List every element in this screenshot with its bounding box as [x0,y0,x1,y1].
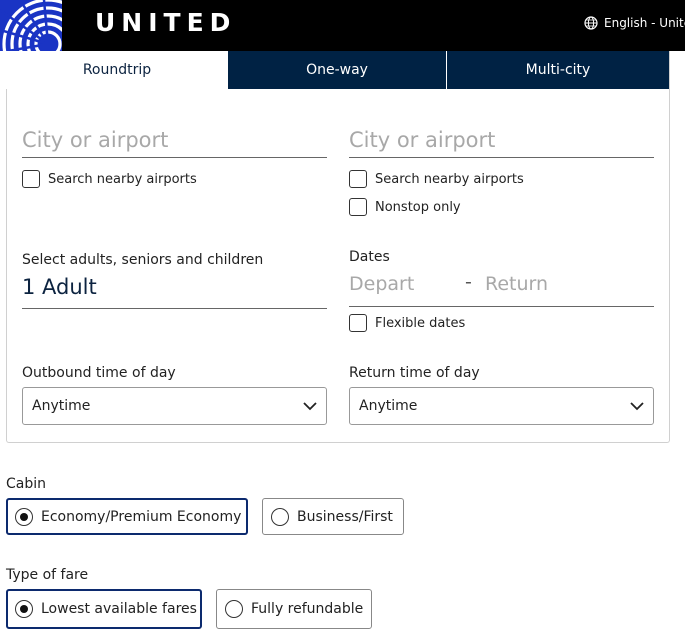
radio-unselected-icon [225,600,243,618]
nonstop-label: Nonstop only [375,199,461,215]
date-separator: - [465,271,472,293]
to-nearby-checkbox[interactable] [349,170,367,188]
travelers-label: Select adults, seniors and children [22,252,264,268]
fare-option-label: Lowest available fares [41,601,197,617]
travelers-value[interactable]: 1 Adult [22,275,97,299]
radio-selected-icon [15,600,33,618]
to-nearby-label: Search nearby airports [375,171,524,187]
outbound-time-value: Anytime [32,398,91,414]
brand-wordmark[interactable]: UNITED [95,8,236,37]
tab-one-way[interactable]: One-way [228,51,447,89]
return-time-select[interactable]: Anytime [349,387,654,425]
return-time-label: Return time of day [349,365,480,381]
cabin-option-label: Economy/Premium Economy [41,508,242,525]
fare-type-label: Type of fare [6,567,89,583]
from-nearby-checkbox[interactable] [22,170,40,188]
nonstop-checkbox[interactable] [349,198,367,216]
trip-type-tabs: Roundtrip One-way Multi-city [6,51,669,89]
flexible-dates-option[interactable]: Flexible dates [349,314,465,332]
flexible-dates-label: Flexible dates [375,315,466,331]
nonstop-only-option[interactable]: Nonstop only [349,198,461,216]
from-nearby-label: Search nearby airports [48,171,197,187]
cabin-option-business[interactable]: Business/First [262,498,404,535]
from-airport-input[interactable]: City or airport [22,128,327,158]
language-selector[interactable]: English - United [584,16,685,30]
radio-selected-icon [15,507,33,526]
header: UNITED English - United [0,0,685,51]
return-time-value: Anytime [359,398,418,414]
radio-unselected-icon [271,507,289,526]
language-label: English - United [604,16,685,30]
dates-underline [349,306,654,307]
chevron-down-icon [303,402,317,411]
fare-option-label: Fully refundable [251,601,364,617]
travelers-underline [22,308,327,309]
cabin-option-label: Business/First [297,508,393,525]
from-nearby-airports-option[interactable]: Search nearby airports [22,170,197,188]
outbound-time-select[interactable]: Anytime [22,387,327,425]
return-date-input[interactable]: Return [485,273,548,295]
dates-label: Dates [349,249,390,265]
tab-roundtrip[interactable]: Roundtrip [6,51,228,89]
united-globe-logo-icon[interactable] [0,0,62,51]
cabin-option-economy[interactable]: Economy/Premium Economy [6,498,248,535]
fare-option-lowest[interactable]: Lowest available fares [6,589,202,629]
outbound-time-label: Outbound time of day [22,365,176,381]
search-panel [6,51,670,443]
fare-option-refundable[interactable]: Fully refundable [216,589,372,629]
globe-icon [584,16,598,30]
tab-multi-city[interactable]: Multi-city [447,51,669,89]
depart-date-input[interactable]: Depart [349,273,414,295]
cabin-label: Cabin [6,476,47,492]
to-nearby-airports-option[interactable]: Search nearby airports [349,170,524,188]
to-airport-input[interactable]: City or airport [349,128,654,158]
flexible-dates-checkbox[interactable] [349,314,367,332]
chevron-down-icon [630,402,644,411]
